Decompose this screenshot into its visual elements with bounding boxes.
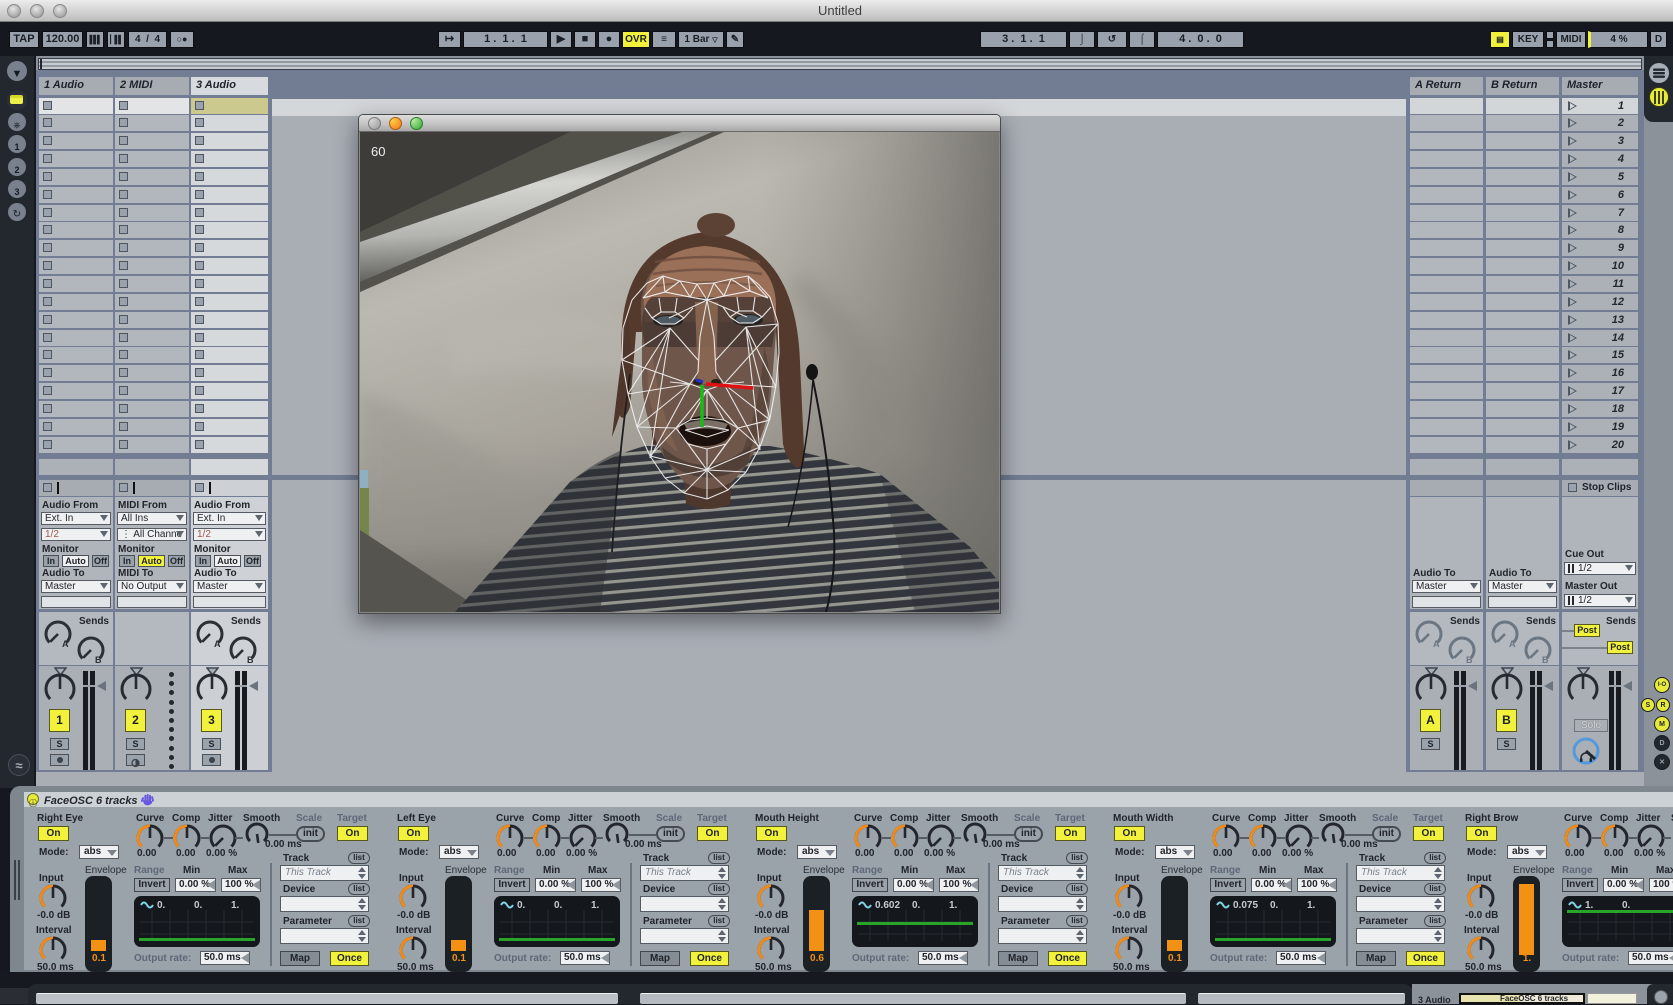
- svg-text:1.: 1.: [1585, 900, 1594, 911]
- svg-text:60: 60: [371, 144, 385, 159]
- svg-text:0.: 0.: [1622, 900, 1631, 911]
- svg-text:0.: 0.: [194, 900, 203, 911]
- svg-text:0.: 0.: [517, 900, 526, 911]
- svg-text:1.: 1.: [1307, 900, 1316, 911]
- svg-text:1.: 1.: [949, 900, 958, 911]
- svg-text:0.: 0.: [1270, 900, 1279, 911]
- svg-text:1.: 1.: [231, 900, 240, 911]
- svg-text:0.: 0.: [912, 900, 921, 911]
- svg-text:0.: 0.: [157, 900, 166, 911]
- svg-text:0.602: 0.602: [875, 900, 900, 911]
- svg-text:1.: 1.: [591, 900, 600, 911]
- svg-text:0.075: 0.075: [1233, 900, 1258, 911]
- svg-text:0.: 0.: [554, 900, 563, 911]
